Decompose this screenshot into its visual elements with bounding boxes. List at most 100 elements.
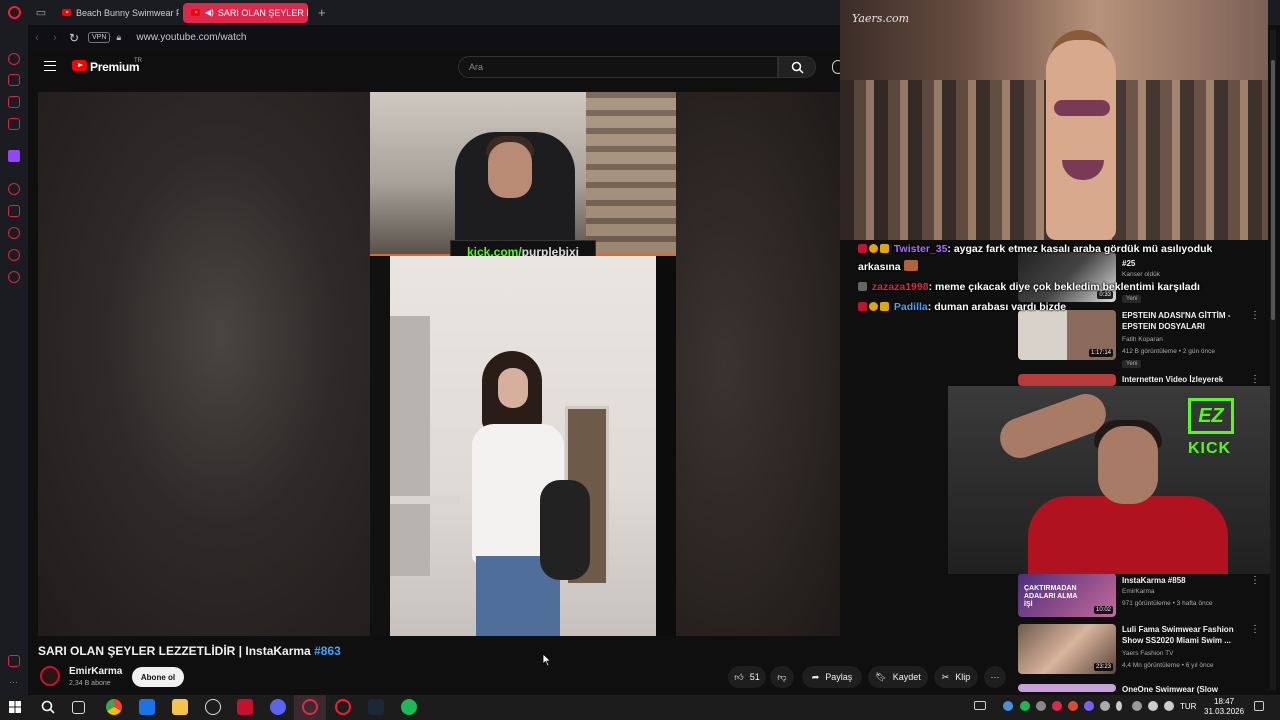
search-icon[interactable] bbox=[41, 700, 55, 714]
notifications-icon[interactable] bbox=[1254, 701, 1264, 711]
rec-title[interactable]: Luli Fama Swimwear Fashion Show SS2020 M… bbox=[1122, 624, 1242, 646]
model-figure bbox=[1046, 40, 1116, 240]
tray-icon[interactable] bbox=[1003, 701, 1013, 711]
whatsapp-icon[interactable] bbox=[8, 96, 20, 108]
gx-control-icon[interactable] bbox=[8, 655, 20, 667]
spotify-icon[interactable] bbox=[401, 699, 417, 715]
discord-icon[interactable] bbox=[270, 699, 286, 715]
tray-icon[interactable] bbox=[1132, 701, 1142, 711]
tray-icon[interactable] bbox=[1068, 701, 1078, 711]
rec-thumbnail[interactable]: 23:23 bbox=[1018, 624, 1116, 674]
rec-thumbnail[interactable]: 1:17:14 bbox=[1018, 310, 1116, 360]
tab-active-video[interactable]: ◀) SARI OLAN ŞEYLER LE bbox=[183, 2, 308, 23]
rec-menu-icon[interactable]: ⋮ bbox=[1250, 310, 1260, 321]
clip-button[interactable]: ✂ Klip bbox=[934, 666, 978, 688]
tray-icon[interactable] bbox=[974, 701, 986, 710]
clip-label: Klip bbox=[955, 672, 971, 682]
tray-icon[interactable] bbox=[1100, 701, 1110, 711]
dislike-button[interactable]: 👎︎ bbox=[770, 666, 794, 688]
rec-title[interactable]: #25 bbox=[1122, 258, 1242, 269]
youtube-logo-icon[interactable] bbox=[72, 60, 87, 71]
chrome-icon[interactable] bbox=[106, 699, 122, 715]
url-field[interactable]: www.youtube.com/watch bbox=[136, 32, 246, 43]
lock-icon[interactable]: 🔒︎ bbox=[116, 32, 130, 43]
file-explorer-icon[interactable] bbox=[172, 699, 188, 715]
video-hashtag[interactable]: #863 bbox=[314, 644, 341, 658]
more-actions-button[interactable]: ··· bbox=[984, 666, 1006, 688]
rec-thumbnail[interactable] bbox=[1018, 684, 1116, 692]
channel-subscribers: 2,34 B abone bbox=[69, 680, 111, 687]
rec-menu-icon[interactable]: ⋮ bbox=[1250, 575, 1260, 586]
channel-avatar[interactable] bbox=[40, 666, 60, 686]
thumbs-up-icon: 👍︎ bbox=[734, 671, 744, 682]
bookmarks-icon[interactable] bbox=[8, 205, 20, 217]
tray-icon[interactable] bbox=[1036, 701, 1046, 711]
voicemeeter-icon[interactable] bbox=[237, 699, 253, 715]
tab-beach-bunny[interactable]: Beach Bunny Swimwear F bbox=[54, 3, 179, 23]
rec-channel[interactable]: Yaers Fashion TV bbox=[1122, 650, 1173, 657]
more-icon[interactable]: ··· bbox=[9, 677, 18, 687]
chat-message: zazaza1998: meme çıkacak diye çok bekled… bbox=[858, 278, 1200, 296]
youtube-brand[interactable]: Premium bbox=[90, 60, 140, 74]
rec-new-badge: Yeni bbox=[1122, 360, 1142, 368]
history-icon[interactable] bbox=[8, 227, 20, 239]
share-button[interactable]: ➦ Paylaş bbox=[802, 666, 862, 688]
settings-icon[interactable] bbox=[8, 271, 20, 283]
tab-label: Beach Bunny Swimwear F bbox=[76, 7, 179, 18]
rec-title[interactable]: Internetten Video İzleyerek bbox=[1122, 374, 1242, 385]
twitch-icon[interactable] bbox=[8, 150, 20, 162]
tray-icon[interactable] bbox=[1052, 701, 1062, 711]
opera-gx-taskbar-active[interactable] bbox=[294, 695, 326, 720]
opera-gx-icon bbox=[302, 699, 318, 715]
rec-channel[interactable]: Kanser oldük bbox=[1122, 271, 1160, 278]
rec-title[interactable]: InstaKarma #858 bbox=[1122, 575, 1242, 586]
menu-icon[interactable] bbox=[44, 61, 56, 71]
rec-thumbnail[interactable]: ÇAKTIRMADAN ADALARI ALMA İŞİ 10:02 bbox=[1018, 573, 1116, 617]
subscribe-button[interactable]: Abone ol bbox=[132, 667, 184, 687]
opera-icon[interactable] bbox=[335, 699, 351, 715]
like-button[interactable]: 👍︎ 51 bbox=[728, 666, 766, 688]
tray-icon[interactable] bbox=[1084, 701, 1094, 711]
youtube-header: Premium TR Ara bbox=[28, 50, 844, 86]
back-icon[interactable]: ‹ bbox=[28, 32, 46, 44]
steam-icon[interactable] bbox=[368, 699, 384, 715]
forward-icon[interactable]: › bbox=[46, 32, 64, 44]
rec-channel[interactable]: Fatih Koparan bbox=[1122, 336, 1163, 343]
social-icon[interactable] bbox=[8, 118, 20, 130]
tab-overview-icon[interactable]: ▭ bbox=[28, 0, 54, 25]
windows-start-icon[interactable] bbox=[9, 701, 21, 713]
video-title: SARI OLAN ŞEYLER LEZZETLİDİR | InstaKarm… bbox=[38, 644, 341, 658]
downloads-icon[interactable] bbox=[8, 249, 20, 261]
video-player[interactable]: kick.com/purplebixi bbox=[38, 92, 840, 636]
mic-tray-icon[interactable] bbox=[1116, 701, 1122, 711]
rec-title[interactable]: OneOne Swimwear (Slow bbox=[1122, 684, 1242, 694]
rec-menu-icon[interactable]: ⋮ bbox=[1250, 374, 1260, 385]
player-icon[interactable] bbox=[8, 183, 20, 195]
search-input[interactable]: Ara bbox=[458, 56, 778, 78]
search-button[interactable] bbox=[778, 56, 816, 78]
windows-taskbar: TUR 18:47 31.03.2026 bbox=[0, 695, 1280, 720]
chat-username: zazaza1998 bbox=[871, 281, 929, 293]
new-tab-button[interactable]: + bbox=[312, 5, 332, 20]
video-title-text: SARI OLAN ŞEYLER LEZZETLİDİR | InstaKarm… bbox=[38, 644, 311, 658]
task-view-icon[interactable] bbox=[72, 701, 85, 714]
channel-name[interactable]: EmirKarma bbox=[69, 666, 122, 677]
messenger-icon[interactable] bbox=[8, 74, 20, 86]
volume-icon[interactable] bbox=[1164, 701, 1174, 711]
rec-channel[interactable]: EmirKarma bbox=[1122, 588, 1155, 595]
aria-icon[interactable] bbox=[8, 53, 20, 65]
obs-icon[interactable] bbox=[205, 699, 221, 715]
outlook-icon[interactable] bbox=[139, 699, 155, 715]
input-language[interactable]: TUR bbox=[1180, 702, 1196, 711]
rec-thumbnail[interactable] bbox=[1018, 374, 1116, 386]
rec-title[interactable]: EPSTEIN ADASI'NA GİTTİM - EPSTEIN DOSYAL… bbox=[1122, 310, 1242, 332]
tray-icon[interactable] bbox=[1020, 701, 1030, 711]
network-icon[interactable] bbox=[1148, 701, 1158, 711]
save-button[interactable]: 🔖︎ Kaydet bbox=[868, 666, 928, 688]
reload-icon[interactable]: ↻ bbox=[64, 31, 84, 45]
rec-menu-icon[interactable]: ⋮ bbox=[1250, 624, 1260, 635]
opera-menu-icon[interactable] bbox=[0, 0, 28, 25]
system-clock[interactable]: 18:47 31.03.2026 bbox=[1204, 697, 1244, 717]
vpn-badge[interactable]: VPN bbox=[88, 32, 111, 43]
scrollbar-thumb[interactable] bbox=[1271, 60, 1275, 320]
